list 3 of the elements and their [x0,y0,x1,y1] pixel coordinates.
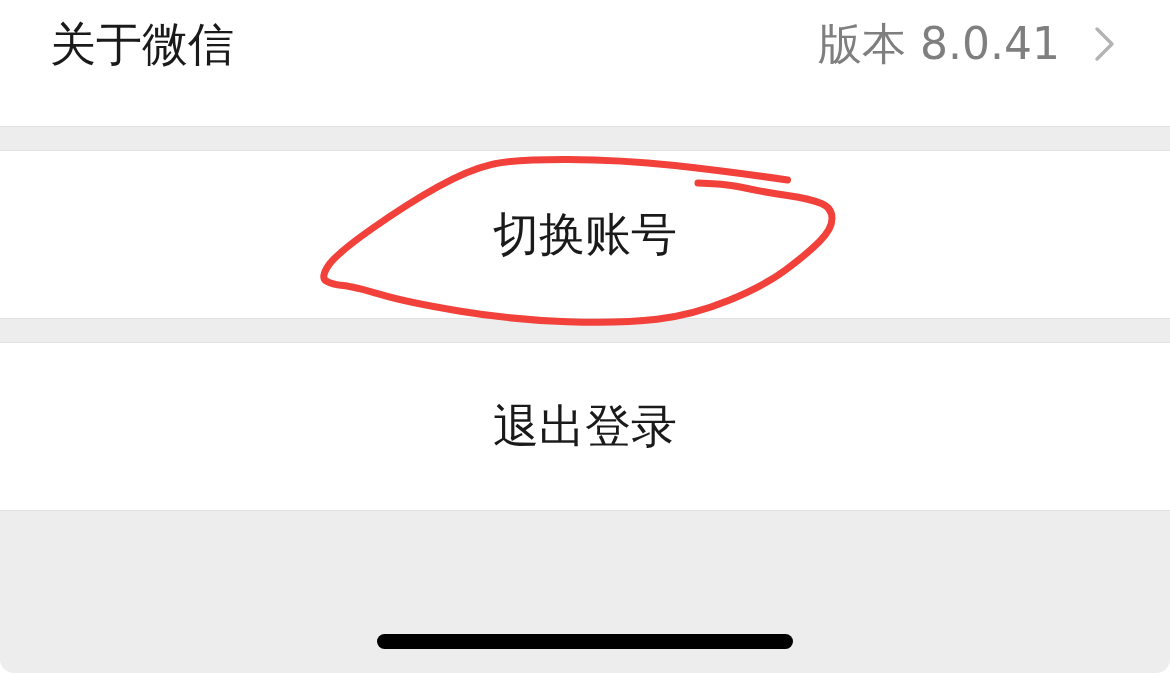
row-label: 关于微信 [50,16,234,73]
chevron-icon [1094,26,1116,62]
version-text: 版本 8.0.41 [818,17,1060,71]
